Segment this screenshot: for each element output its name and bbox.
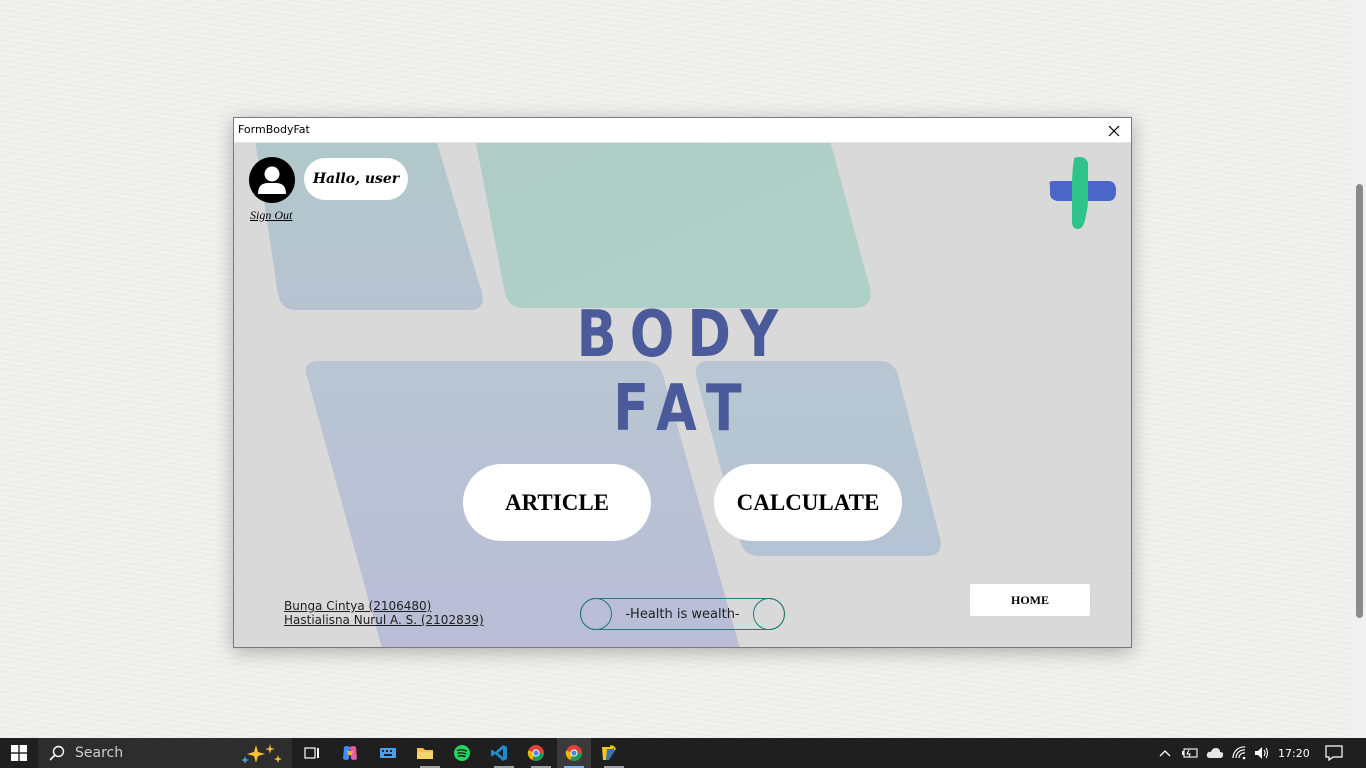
task-view-button[interactable] xyxy=(300,738,324,768)
motto-banner: -Health is wealth- xyxy=(580,598,785,630)
close-button[interactable] xyxy=(1097,118,1131,143)
motto-left-circle xyxy=(580,598,612,630)
medical-cross-logo xyxy=(1049,157,1116,229)
credit-line-2: Hastialisna Nurul A. S. (2102839) xyxy=(284,613,484,627)
form-window: FormBodyFat Hallo, user Sign Out BODY FA… xyxy=(233,117,1132,648)
tray-overflow-button[interactable] xyxy=(1156,738,1174,768)
spotify-button[interactable] xyxy=(449,738,475,768)
taskbar-search-box[interactable]: Search xyxy=(38,738,292,768)
file-explorer-button[interactable] xyxy=(412,738,440,768)
article-button[interactable]: ARTICLE xyxy=(463,464,651,541)
chevron-up-icon xyxy=(1159,750,1171,757)
search-placeholder: Search xyxy=(75,745,124,761)
folder-icon xyxy=(417,748,433,759)
user-avatar xyxy=(249,157,295,203)
search-icon xyxy=(49,745,65,761)
volume-status[interactable] xyxy=(1252,738,1272,768)
form-client-area: Hallo, user Sign Out BODY FAT ARTICLE CA… xyxy=(234,143,1131,647)
greeting-label: Hallo, user xyxy=(304,158,408,200)
window-title: FormBodyFat xyxy=(238,123,310,136)
motto-right-circle xyxy=(753,598,785,630)
start-button[interactable] xyxy=(0,738,38,768)
window-titlebar[interactable]: FormBodyFat xyxy=(234,118,1131,143)
calculate-button[interactable]: CALCULATE xyxy=(714,464,902,541)
taskbar-clock[interactable]: 17:20 xyxy=(1278,738,1310,768)
python-idle-icon xyxy=(602,745,616,760)
keyboard-icon xyxy=(380,748,396,758)
credit-line-1: Bunga Cintya (2106480) xyxy=(284,599,432,613)
page-scrollbar[interactable] xyxy=(1352,0,1366,738)
chrome-active-button[interactable] xyxy=(557,738,591,768)
vscode-button[interactable] xyxy=(486,738,514,768)
close-icon xyxy=(1108,125,1120,136)
notification-center-button[interactable] xyxy=(1322,738,1346,768)
cloud-icon xyxy=(1206,748,1224,758)
speaker-icon xyxy=(1255,747,1269,759)
task-view-icon xyxy=(304,747,319,759)
vscode-icon xyxy=(491,745,507,761)
copilot-button[interactable] xyxy=(338,738,362,768)
windows-icon xyxy=(11,745,27,761)
sparkle-icon xyxy=(242,744,282,763)
user-icon xyxy=(258,166,286,194)
taskbar: Search 17:20 xyxy=(0,738,1366,768)
spotify-icon xyxy=(454,745,470,761)
page-title: BODY FAT xyxy=(576,298,792,446)
python-idle-button[interactable] xyxy=(596,738,624,768)
wifi-icon xyxy=(1232,746,1246,760)
notification-icon xyxy=(1325,745,1343,761)
battery-icon xyxy=(1182,748,1198,758)
chrome-button[interactable] xyxy=(523,738,551,768)
wifi-status[interactable] xyxy=(1230,738,1250,768)
scrollbar-thumb[interactable] xyxy=(1356,184,1363,618)
motto-text: -Health is wealth- xyxy=(625,606,740,622)
chrome-icon xyxy=(527,745,544,761)
chrome-icon xyxy=(565,745,582,761)
home-button[interactable]: HOME xyxy=(970,584,1090,616)
sign-out-link[interactable]: Sign Out xyxy=(250,208,292,223)
battery-status[interactable] xyxy=(1180,738,1200,768)
keyboard-button[interactable] xyxy=(376,738,400,768)
copilot-icon xyxy=(343,746,357,760)
onedrive-status[interactable] xyxy=(1204,738,1226,768)
credits-block: Bunga Cintya (2106480) Hastialisna Nurul… xyxy=(284,599,484,627)
